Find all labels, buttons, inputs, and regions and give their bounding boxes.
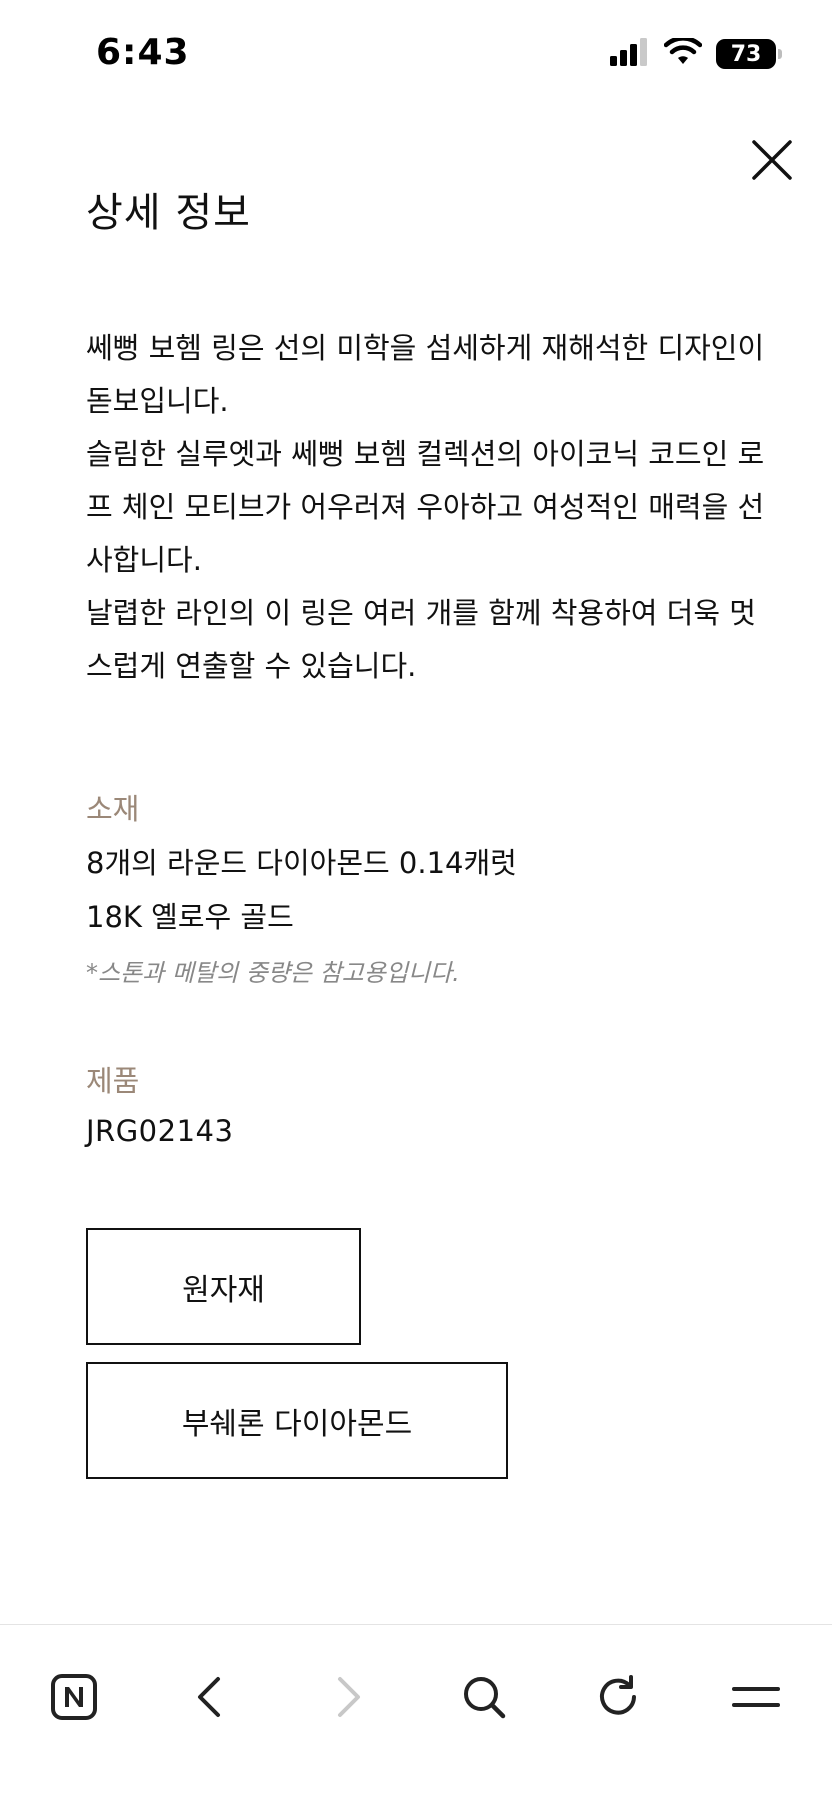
material-label: 소재: [86, 792, 140, 826]
status-bar: 6:43 73: [0, 0, 832, 110]
naver-home-button[interactable]: [42, 1665, 106, 1729]
forward-icon: [338, 1677, 360, 1717]
page-title: 상세 정보: [86, 190, 251, 236]
close-button[interactable]: [748, 136, 796, 184]
status-icons: 73: [610, 36, 782, 70]
status-time: 6:43: [96, 32, 190, 73]
menu-icon: [732, 1687, 780, 1707]
browser-toolbar: [0, 1624, 832, 1800]
description-paragraph: 날렵한 라인의 이 링은 여러 개를 함께 착용하여 더욱 멋스럽게 연출할 수…: [86, 596, 756, 683]
reload-button[interactable]: [588, 1665, 652, 1729]
product-description: 쎄뻥 보헴 링은 선의 미학을 섬세하게 재해석한 디자인이 돋보입니다. 슬림…: [86, 322, 766, 693]
wifi-icon: [663, 36, 703, 70]
cellular-signal-icon: [610, 38, 650, 70]
material-line: 18K 옐로우 골드: [86, 900, 294, 934]
menu-button[interactable]: [724, 1665, 788, 1729]
close-icon: [752, 140, 792, 180]
boucheron-diamond-button[interactable]: 부쉐론 다이아몬드: [86, 1362, 508, 1479]
naver-n-icon: [51, 1674, 97, 1720]
search-icon: [464, 1677, 506, 1719]
description-paragraph: 쎄뻥 보헴 링은 선의 미학을 섬세하게 재해석한 디자인이 돋보입니다.: [86, 331, 765, 418]
description-paragraph: 슬림한 실루엣과 쎄뻥 보헴 컬렉션의 아이코닉 코드인 로프 체인 모티브가 …: [86, 437, 765, 577]
search-button[interactable]: [452, 1665, 516, 1729]
product-label: 제품: [86, 1064, 140, 1098]
back-icon: [198, 1677, 220, 1717]
material-note: *스톤과 메탈의 중량은 참고용입니다.: [86, 959, 460, 987]
product-code: JRG02143: [86, 1114, 234, 1148]
battery-icon: 73: [716, 39, 782, 69]
forward-button[interactable]: [316, 1665, 380, 1729]
material-line: 8개의 라운드 다이아몬드 0.14캐럿: [86, 846, 517, 880]
back-button[interactable]: [178, 1665, 242, 1729]
raw-material-button[interactable]: 원자재: [86, 1228, 361, 1345]
reload-icon: [600, 1675, 636, 1715]
